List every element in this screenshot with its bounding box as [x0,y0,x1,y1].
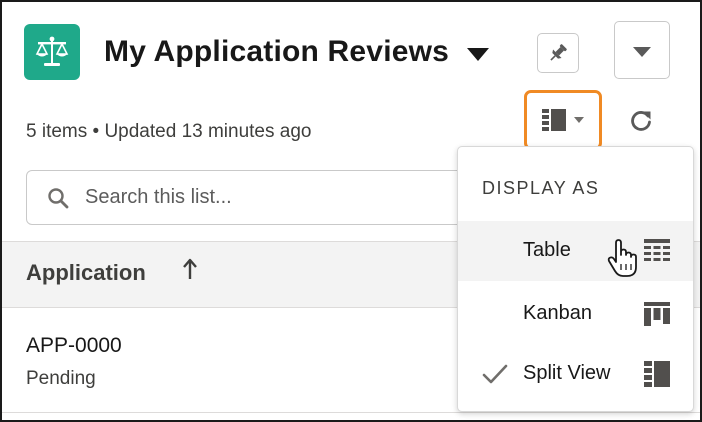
checkmark-icon [482,364,508,384]
refresh-icon [631,111,651,131]
display-as-button[interactable] [524,90,602,150]
list-actions-button[interactable] [614,21,670,79]
table-row-status: Pending [26,368,96,389]
menu-item-label: Kanban [523,302,592,324]
chevron-down-icon[interactable] [467,47,490,61]
table-icon [644,239,670,261]
display-as-menu: DISPLAY AS Table Kanban Split View [457,146,694,412]
menu-item-label: Table [523,239,571,261]
pin-icon [550,44,567,61]
menu-item-table[interactable]: Table [458,221,693,281]
menu-item-kanban[interactable]: Kanban [458,284,693,344]
split-view-icon [644,361,670,387]
menu-header: DISPLAY AS [482,178,600,198]
list-summary: 5 items • Updated 13 minutes ago [26,121,312,142]
menu-item-split-view[interactable]: Split View [458,344,693,404]
menu-item-label: Split View [523,362,611,384]
pin-button[interactable] [537,33,579,73]
scales-icon [24,24,80,80]
page-title: My Application Reviews [104,35,450,68]
divider [2,412,700,413]
column-header-application[interactable]: Application [26,260,146,286]
list-view-frame: My Application Reviews 5 items • Updated… [0,0,702,422]
split-view-icon [542,109,566,131]
refresh-button[interactable] [626,106,656,136]
search-box [26,170,496,225]
sort-ascending-icon[interactable] [182,258,198,280]
table-row-id[interactable]: APP-0000 [26,334,122,358]
list-view-title[interactable]: My Application Reviews [104,29,490,75]
kanban-icon [644,302,670,326]
hand-cursor-icon [607,239,637,277]
search-icon [48,187,69,208]
search-input[interactable] [85,186,465,209]
chevron-down-icon [574,117,584,123]
chevron-down-icon [633,47,651,57]
